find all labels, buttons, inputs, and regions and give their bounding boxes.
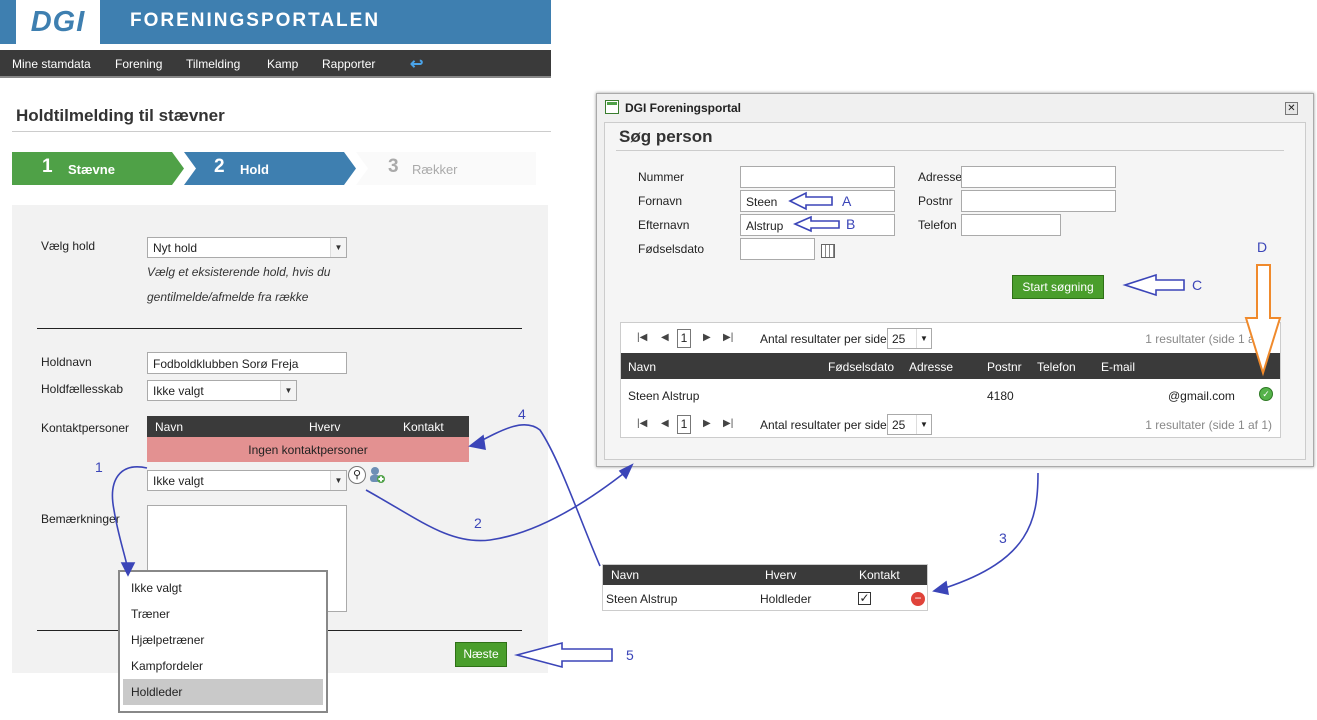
annotation-b: B: [846, 216, 856, 232]
annotation-c: C: [1192, 277, 1203, 293]
annotation-1: 1: [95, 459, 103, 475]
annotation-5: 5: [626, 647, 634, 663]
annotation-3: 3: [999, 530, 1007, 546]
annotation-arrows: [111, 191, 1282, 669]
annotation-a: A: [842, 193, 852, 209]
annotation-2: 2: [474, 515, 482, 531]
annotation-4: 4: [518, 406, 526, 422]
annotation-d: D: [1257, 239, 1268, 255]
